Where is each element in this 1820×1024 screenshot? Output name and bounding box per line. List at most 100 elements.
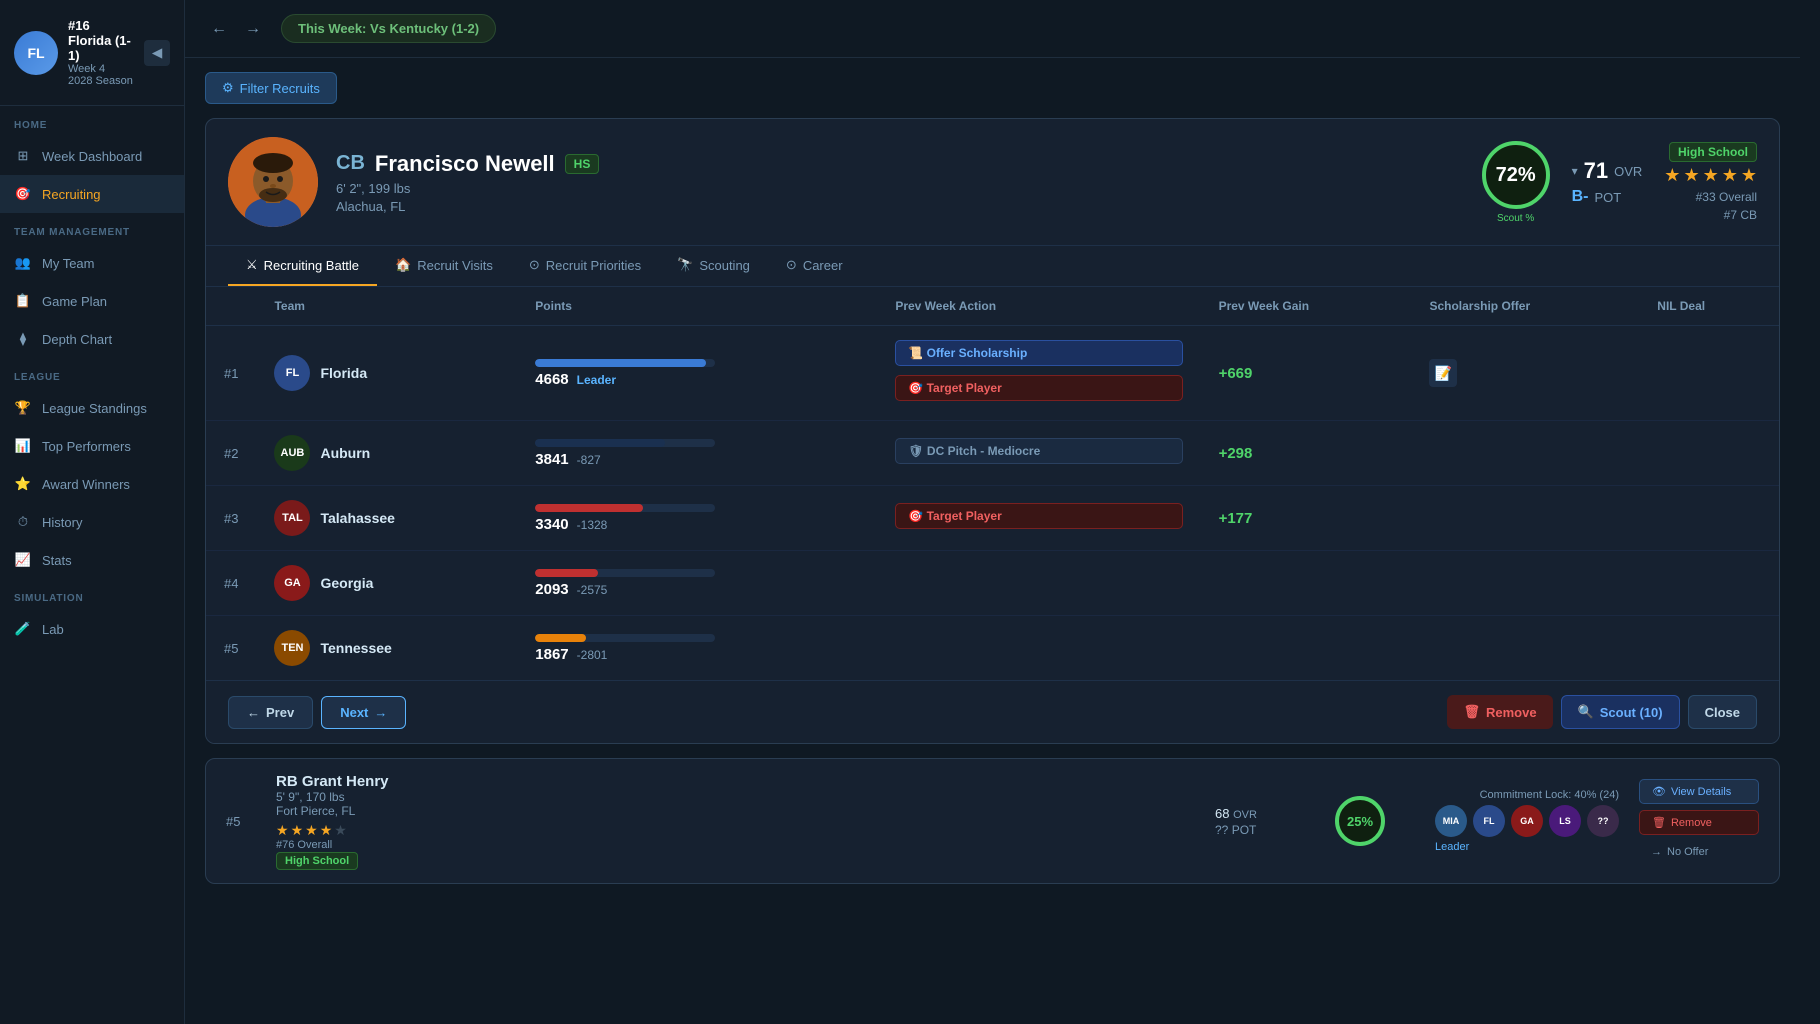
row-points: 4668 Leader bbox=[517, 326, 877, 421]
table-row: #3 TAL Talahassee 3340 -1328 🎯 Target Pl… bbox=[206, 486, 1779, 551]
points-bar bbox=[535, 634, 585, 642]
pot-line: B- POT bbox=[1572, 188, 1643, 206]
player-header: CB Francisco Newell HS 6' 2", 199 lbs Al… bbox=[206, 119, 1779, 246]
view-details-button[interactable]: 👁 View Details bbox=[1639, 779, 1759, 804]
no-offer-button[interactable]: → No Offer bbox=[1639, 841, 1759, 863]
bottom-row-ovr: 68 OVR bbox=[1215, 806, 1315, 821]
nav-forward-button[interactable]: → bbox=[239, 16, 267, 42]
star-1: ★ bbox=[1664, 165, 1680, 186]
points-bar bbox=[535, 439, 665, 447]
player-name-line: CB Francisco Newell HS bbox=[336, 151, 1464, 177]
team-name: Georgia bbox=[320, 575, 373, 591]
team-cell: GA Georgia bbox=[274, 565, 499, 601]
col-points: Points bbox=[517, 287, 877, 326]
row-rank: #3 bbox=[206, 486, 256, 551]
tab-scouting[interactable]: 🔭 Scouting bbox=[659, 246, 768, 286]
brow-remove-button[interactable]: 🗑 Remove bbox=[1639, 810, 1759, 835]
bottom-row-name: RB Grant Henry bbox=[276, 773, 1195, 790]
sidebar-item-history[interactable]: ⏱ History bbox=[0, 503, 184, 541]
action-col: 🎯 Target Player bbox=[895, 503, 1182, 534]
sidebar-team-info: #16 Florida (1-1) Week 4 2028 Season bbox=[68, 18, 134, 87]
row-nil-deal bbox=[1639, 551, 1779, 616]
points-diff: -2801 bbox=[577, 648, 608, 662]
sidebar-item-depth-chart[interactable]: ⧫ Depth Chart bbox=[0, 320, 184, 358]
sidebar-item-week-dashboard[interactable]: ⊞ Week Dashboard bbox=[0, 137, 184, 175]
prev-button[interactable]: ← Prev bbox=[228, 696, 313, 729]
sidebar-item-recruiting[interactable]: 🎯 Recruiting bbox=[0, 175, 184, 213]
award-icon: ⭐ bbox=[14, 475, 32, 493]
star-3: ★ bbox=[1703, 165, 1719, 186]
team-cell: AUB Auburn bbox=[274, 435, 499, 471]
career-icon: ⊙ bbox=[786, 257, 797, 273]
sidebar-item-top-performers[interactable]: 📊 Top Performers bbox=[0, 427, 184, 465]
tab-recruit-visits[interactable]: 🏠 Recruit Visits bbox=[377, 246, 511, 286]
brow-team-fl: FL bbox=[1473, 805, 1505, 837]
points-diff: -2575 bbox=[577, 583, 608, 597]
nav-back-button[interactable]: ← bbox=[205, 16, 233, 42]
points-row: 1867 -2801 bbox=[535, 646, 859, 663]
scout-button[interactable]: 🔍 Scout (10) bbox=[1561, 695, 1680, 729]
sidebar-section-simulation: SIMULATION bbox=[0, 579, 184, 610]
action-badge-scholarship[interactable]: 📜 Offer Scholarship bbox=[895, 340, 1182, 366]
row-prev-action: 📜 Offer Scholarship 🎯 Target Player bbox=[877, 326, 1200, 421]
sidebar-section-home: HOME bbox=[0, 106, 184, 137]
table-row: #2 AUB Auburn 3841 -827 🛡 DC Pitch - Med… bbox=[206, 421, 1779, 486]
row-rank: #1 bbox=[206, 326, 256, 421]
team-name: Tennessee bbox=[320, 640, 391, 656]
row-scholarship-offer bbox=[1411, 616, 1639, 681]
no-offer-icon: → bbox=[1651, 846, 1662, 858]
points-number: 3841 bbox=[535, 451, 568, 468]
tab-career[interactable]: ⊙ Career bbox=[768, 246, 861, 286]
sidebar-item-my-team[interactable]: 👥 My Team bbox=[0, 244, 184, 282]
sidebar-item-lab[interactable]: 🧪 Lab bbox=[0, 610, 184, 648]
sidebar-item-award-winners[interactable]: ⭐ Award Winners bbox=[0, 465, 184, 503]
sidebar-item-stats[interactable]: 📈 Stats bbox=[0, 541, 184, 579]
remove-button[interactable]: 🗑 Remove bbox=[1447, 695, 1552, 729]
tab-recruit-priorities[interactable]: ⊙ Recruit Priorities bbox=[511, 246, 659, 286]
points-bar-wrap bbox=[535, 439, 715, 447]
brow-team-ls: LS bbox=[1549, 805, 1581, 837]
brow-star-5: ★ bbox=[334, 822, 347, 839]
row-nil-deal bbox=[1639, 421, 1779, 486]
row-nil-deal bbox=[1639, 616, 1779, 681]
leader-label: Leader bbox=[1435, 841, 1619, 853]
brow-star-1: ★ bbox=[276, 822, 289, 839]
team-cell: TEN Tennessee bbox=[274, 630, 499, 666]
points-row: 2093 -2575 bbox=[535, 581, 859, 598]
visits-icon: 🏠 bbox=[395, 257, 411, 273]
row-prev-action bbox=[877, 551, 1200, 616]
row-points: 3841 -827 bbox=[517, 421, 877, 486]
sidebar-item-league-standings[interactable]: 🏆 League Standings bbox=[0, 389, 184, 427]
filter-icon: ⚙ bbox=[222, 80, 234, 96]
next-button[interactable]: Next → bbox=[321, 696, 406, 729]
remove-icon: 🗑 bbox=[1463, 704, 1480, 720]
bottom-row-school-badge: High School bbox=[276, 852, 358, 870]
bottom-row-pot: ?? POT bbox=[1215, 823, 1315, 837]
row-team: GA Georgia bbox=[256, 551, 517, 616]
layers-icon: ⧫ bbox=[14, 330, 32, 348]
tab-recruiting-battle[interactable]: ⚔ Recruiting Battle bbox=[228, 246, 377, 286]
brow-actions: 👁 View Details 🗑 Remove → No Offer bbox=[1639, 779, 1759, 863]
bottom-row-commitment: Commitment Lock: 40% (24) MIA FL GA LS ?… bbox=[1435, 789, 1619, 853]
star-4: ★ bbox=[1722, 165, 1738, 186]
sidebar-season: 2028 Season bbox=[68, 75, 134, 87]
star-2: ★ bbox=[1683, 165, 1699, 186]
gain-value: +669 bbox=[1219, 365, 1253, 382]
bottom-row-details: 5' 9", 170 lbs bbox=[276, 790, 1195, 804]
sidebar-collapse-button[interactable]: ◀ bbox=[144, 40, 170, 66]
action-badge-target[interactable]: 🎯 Target Player bbox=[895, 375, 1182, 401]
school-badge: High School bbox=[1669, 142, 1757, 162]
next-arrow-icon: → bbox=[374, 705, 387, 720]
points-row: 4668 Leader bbox=[535, 371, 859, 388]
row-nil-deal bbox=[1639, 326, 1779, 421]
scholarship-icon[interactable]: 📝 bbox=[1429, 359, 1457, 387]
filter-recruits-button[interactable]: ⚙ Filter Recruits bbox=[205, 72, 337, 104]
action-badge-target[interactable]: 🎯 Target Player bbox=[895, 503, 1182, 529]
sidebar-item-game-plan[interactable]: 📋 Game Plan bbox=[0, 282, 184, 320]
col-prev-gain: Prev Week Gain bbox=[1201, 287, 1412, 326]
ratings-section: 72% Scout % ▾ 71 OVR B- POT bbox=[1482, 141, 1757, 224]
row-scholarship-offer: 📝 bbox=[1411, 326, 1639, 421]
users-icon: 👥 bbox=[14, 254, 32, 272]
target-icon: 🎯 bbox=[14, 185, 32, 203]
close-button[interactable]: Close bbox=[1688, 695, 1757, 729]
